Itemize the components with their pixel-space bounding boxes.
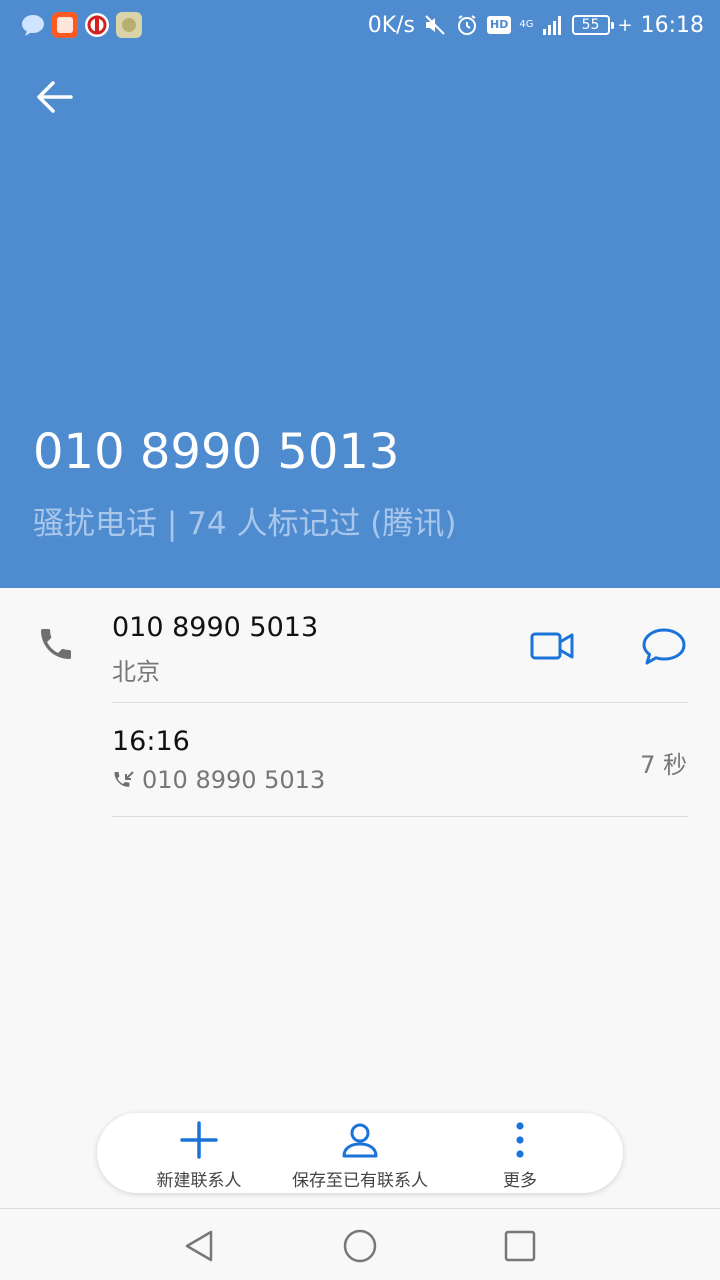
call-duration: 7 秒 bbox=[640, 751, 687, 779]
battery-icon: 55 bbox=[571, 15, 614, 35]
divider bbox=[112, 816, 688, 817]
recents-square-icon[interactable] bbox=[501, 1227, 539, 1265]
contact-number[interactable]: 010 8990 5013 bbox=[112, 612, 318, 643]
video-call-icon[interactable] bbox=[529, 628, 575, 664]
incoming-call-icon bbox=[114, 771, 134, 787]
taobao-notification-icon bbox=[52, 12, 78, 38]
header-phone-number: 010 8990 5013 bbox=[33, 424, 400, 480]
network-type: 4G bbox=[519, 19, 534, 30]
status-bar: 0K/s HD 4G 55 + 16:18 bbox=[0, 0, 720, 50]
contact-header: 0K/s HD 4G 55 + 16:18 010 8990 5013 骚扰电话… bbox=[0, 0, 720, 588]
back-arrow-icon bbox=[37, 81, 73, 113]
call-time: 16:16 bbox=[112, 726, 190, 757]
phone-icon bbox=[41, 629, 71, 659]
contact-location: 北京 bbox=[112, 658, 160, 686]
chat-notification-icon bbox=[22, 15, 44, 36]
new-contact-button[interactable]: 新建联系人 bbox=[109, 1113, 289, 1193]
hd-icon: HD bbox=[487, 16, 512, 34]
notification-icons bbox=[20, 12, 142, 38]
system-nav-bar bbox=[0, 1208, 720, 1280]
home-circle-icon[interactable] bbox=[341, 1227, 379, 1265]
more-button[interactable]: 更多 bbox=[430, 1113, 610, 1193]
save-to-existing-button[interactable]: 保存至已有联系人 bbox=[270, 1113, 450, 1193]
plus-icon bbox=[180, 1121, 218, 1159]
charging-icon: + bbox=[617, 14, 633, 36]
app-notification-icon bbox=[116, 12, 142, 38]
new-contact-label: 新建联系人 bbox=[156, 1171, 242, 1191]
clock: 16:18 bbox=[640, 12, 704, 38]
mute-icon bbox=[425, 15, 445, 35]
back-triangle-icon[interactable] bbox=[181, 1227, 219, 1265]
spam-tag: 骚扰电话 | 74 人标记过 (腾讯) bbox=[33, 506, 457, 542]
call-number: 010 8990 5013 bbox=[142, 766, 326, 794]
divider bbox=[112, 702, 688, 703]
action-bar: 新建联系人 保存至已有联系人 更多 bbox=[97, 1113, 623, 1193]
person-icon bbox=[342, 1123, 378, 1158]
battery-level: 55 bbox=[581, 17, 600, 33]
alarm-icon bbox=[458, 15, 477, 35]
call-record: 010 8990 5013 bbox=[112, 766, 325, 794]
more-vert-icon bbox=[516, 1122, 524, 1158]
save-to-existing-label: 保存至已有联系人 bbox=[292, 1171, 428, 1191]
more-label: 更多 bbox=[503, 1171, 537, 1191]
status-indicators: 0K/s HD 4G 55 + 16:18 bbox=[368, 10, 704, 40]
signal-icon bbox=[542, 16, 561, 35]
message-icon[interactable] bbox=[641, 626, 687, 668]
bank-notification-icon bbox=[85, 13, 109, 37]
back-button[interactable] bbox=[26, 72, 82, 122]
net-speed: 0K/s bbox=[367, 12, 416, 38]
